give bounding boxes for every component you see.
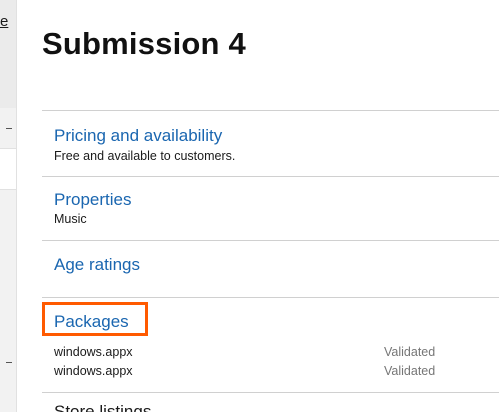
nav-top-area: e (0, 0, 16, 108)
properties-link[interactable]: Properties (54, 190, 131, 210)
dashboard-window: e Submission 4 Pricing and availability … (0, 0, 499, 412)
divider (42, 392, 499, 393)
properties-summary: Music (54, 212, 87, 226)
package-row: windows.appx Validated (54, 364, 499, 380)
store-listings-link[interactable]: Store listings (54, 402, 151, 412)
main-content: Submission 4 Pricing and availability Fr… (42, 0, 499, 412)
nav-item-marker (6, 362, 12, 363)
divider (42, 176, 499, 177)
package-row: windows.appx Validated (54, 345, 499, 361)
age-ratings-link[interactable]: Age ratings (54, 255, 140, 275)
nav-top-link[interactable]: e (0, 14, 8, 30)
package-status: Validated (384, 345, 436, 359)
divider (42, 297, 499, 298)
page-title: Submission 4 (42, 26, 246, 61)
package-file-name: windows.appx (54, 345, 133, 359)
package-status: Validated (384, 364, 436, 378)
pricing-availability-link[interactable]: Pricing and availability (54, 126, 222, 146)
divider (42, 110, 499, 111)
nav-selected-item[interactable] (0, 148, 16, 190)
left-navigation: e (0, 0, 17, 412)
pricing-availability-summary: Free and available to customers. (54, 149, 236, 163)
divider (42, 240, 499, 241)
nav-item-marker (6, 128, 12, 129)
package-file-name: windows.appx (54, 364, 133, 378)
packages-link[interactable]: Packages (54, 312, 129, 332)
